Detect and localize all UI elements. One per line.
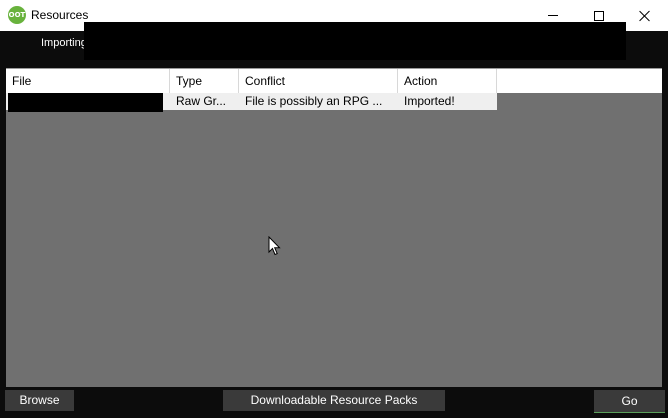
minimize-icon xyxy=(548,15,558,16)
table-row[interactable]: Raw Gr... File is possibly an RPG ... Im… xyxy=(6,93,497,112)
go-button[interactable]: Go xyxy=(594,390,665,413)
browse-button[interactable]: Browse xyxy=(5,390,74,411)
resource-table[interactable]: File Type Conflict Action Raw Gr... File… xyxy=(6,68,662,387)
importing-label: Importing xyxy=(41,37,87,49)
column-header-conflict[interactable]: Conflict xyxy=(239,69,398,93)
column-header-file[interactable]: File xyxy=(6,69,170,93)
app-icon: OOT xyxy=(8,6,26,24)
column-header-type[interactable]: Type xyxy=(170,69,239,93)
downloadable-packs-button[interactable]: Downloadable Resource Packs xyxy=(223,390,445,411)
cell-action: Imported! xyxy=(404,94,455,108)
cell-type: Raw Gr... xyxy=(176,94,227,108)
table-header: File Type Conflict Action xyxy=(6,69,662,93)
redacted-region xyxy=(84,22,626,60)
bottom-toolbar: Browse Downloadable Resource Packs Go xyxy=(0,388,668,418)
maximize-icon xyxy=(594,10,604,21)
redacted-file-cell xyxy=(8,93,163,112)
mouse-cursor-icon xyxy=(268,236,281,256)
window-title: Resources xyxy=(31,8,89,22)
column-header-action[interactable]: Action xyxy=(398,69,497,93)
close-icon xyxy=(639,10,651,22)
close-button[interactable] xyxy=(622,0,668,31)
cell-conflict: File is possibly an RPG ... xyxy=(245,94,383,108)
